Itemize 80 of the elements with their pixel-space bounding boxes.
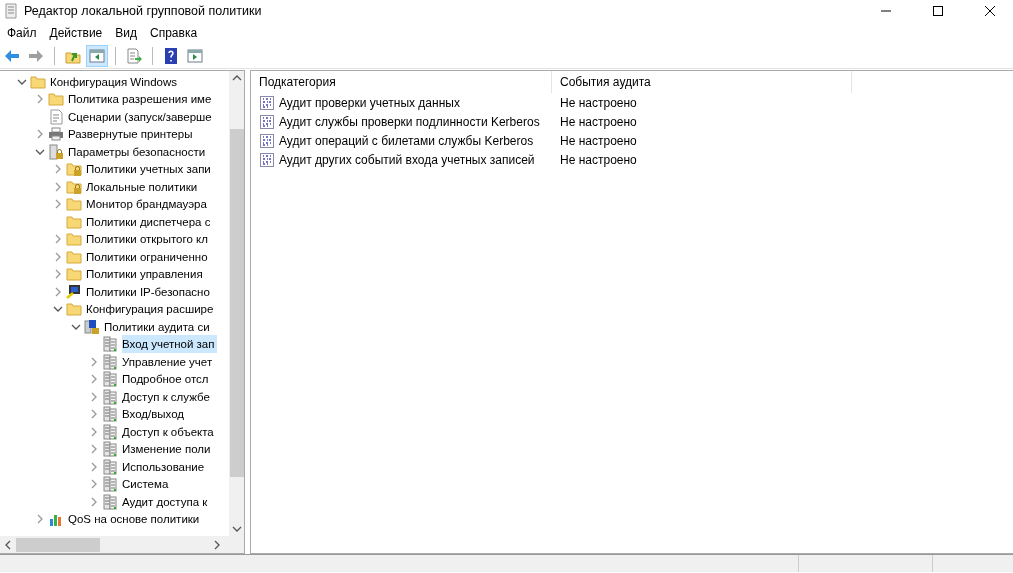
menu-item[interactable]: Вид — [110, 24, 145, 42]
folder-icon — [48, 91, 64, 108]
tree-item[interactable]: Политики учетных запи — [86, 160, 213, 179]
close-icon — [985, 6, 995, 16]
tree-item[interactable]: Вход/выход — [122, 405, 187, 424]
tree-pane-icon — [88, 47, 106, 65]
binary-document-icon — [259, 113, 275, 130]
tree-item[interactable]: Использование — [122, 457, 207, 476]
tree-item[interactable]: Конфигурация Windows — [50, 72, 180, 91]
folder-icon — [66, 213, 82, 230]
server-icon — [102, 423, 118, 440]
tree-item[interactable]: Политики управления — [86, 265, 205, 284]
audit-setting: Не настроено — [559, 114, 637, 129]
window-title: Редактор локальной групповой политики — [24, 4, 263, 18]
server-icon — [102, 441, 118, 458]
maximize-icon — [933, 6, 943, 16]
action-pane-icon — [186, 47, 204, 65]
folder-icon — [66, 196, 82, 213]
folder-icon — [66, 301, 82, 318]
tree-item[interactable]: Подробное отсл — [122, 370, 211, 389]
column-header[interactable]: Подкатегория — [251, 71, 552, 93]
server-icon — [102, 458, 118, 475]
tree-item[interactable]: Параметры безопасности — [68, 142, 208, 161]
list-export-icon — [125, 47, 143, 65]
horizontal-scrollbar[interactable] — [0, 536, 244, 553]
computer-key-icon — [66, 283, 82, 300]
folder-icon — [66, 266, 82, 283]
tree-item[interactable]: QoS на основе политики — [68, 510, 202, 529]
vertical-scrollbar[interactable] — [229, 71, 244, 536]
binary-document-icon — [259, 132, 275, 149]
tree-item[interactable]: Управление учет — [122, 352, 215, 371]
policy-name[interactable]: Аудит других событий входа учетных записей — [279, 152, 535, 167]
tree-item[interactable]: Политика разрешения име — [68, 90, 214, 109]
policy-name[interactable]: Аудит операций с билетами службы Kerberos — [279, 133, 534, 148]
server-icon — [102, 493, 118, 510]
tree-item[interactable]: Развернутые принтеры — [68, 125, 195, 144]
tree-item[interactable]: Вход учетной зап — [122, 335, 217, 354]
policy-name[interactable]: Аудит службы проверки подлинности Kerberos — [279, 114, 540, 129]
column-header[interactable]: События аудита — [552, 71, 852, 93]
server-icon — [102, 406, 118, 423]
tree-item[interactable]: Аудит доступа к — [122, 492, 210, 511]
help-icon — [162, 47, 180, 65]
menu-item[interactable]: Действие — [44, 24, 111, 42]
tree-item[interactable]: Доступ к службе — [122, 387, 212, 406]
server-icon — [102, 371, 118, 388]
forward-arrow-icon — [27, 47, 45, 65]
audit-setting: Не настроено — [559, 152, 637, 167]
tree-item[interactable]: Изменение поли — [122, 440, 213, 459]
binary-document-icon — [259, 94, 275, 111]
tree-item[interactable]: Монитор брандмауэра — [86, 195, 209, 214]
folder-icon — [66, 231, 82, 248]
menu-item[interactable]: Справка — [145, 24, 206, 42]
tree-item[interactable]: Политики аудита си — [104, 317, 212, 336]
tree-item[interactable]: Локальные политики — [86, 177, 200, 196]
tree-item[interactable]: Система — [122, 475, 171, 494]
folder-icon — [66, 248, 82, 265]
folder-icon — [30, 73, 46, 90]
server-icon — [102, 476, 118, 493]
server-icon — [102, 388, 118, 405]
audit-setting: Не настроено — [559, 95, 637, 110]
locked-folder-icon — [66, 178, 82, 195]
policy-name[interactable]: Аудит проверки учетных данных — [279, 95, 460, 110]
tree-item[interactable]: Конфигурация расшире — [86, 300, 216, 319]
printer-icon — [48, 126, 64, 143]
tree-item[interactable]: Доступ к объекта — [122, 422, 216, 441]
script-icon — [48, 108, 64, 125]
menu-item[interactable]: Файл — [2, 24, 45, 42]
locked-folder-icon — [66, 161, 82, 178]
binary-document-icon — [259, 151, 275, 168]
server-lock-icon — [48, 143, 64, 160]
server-lock-icon — [84, 318, 100, 335]
server-icon — [102, 336, 118, 353]
tree-item[interactable]: Сценарии (запуск/заверше — [68, 107, 214, 126]
tree-item[interactable]: Политики IP-безопасно — [86, 282, 212, 301]
audit-setting: Не настроено — [559, 133, 637, 148]
tree-item[interactable]: Политики диспетчера с — [86, 212, 213, 231]
scroll-document-icon — [4, 3, 18, 19]
tree-item[interactable]: Политики ограниченно — [86, 247, 210, 266]
tree-item[interactable]: Политики открытого кл — [86, 230, 210, 249]
server-icon — [102, 353, 118, 370]
